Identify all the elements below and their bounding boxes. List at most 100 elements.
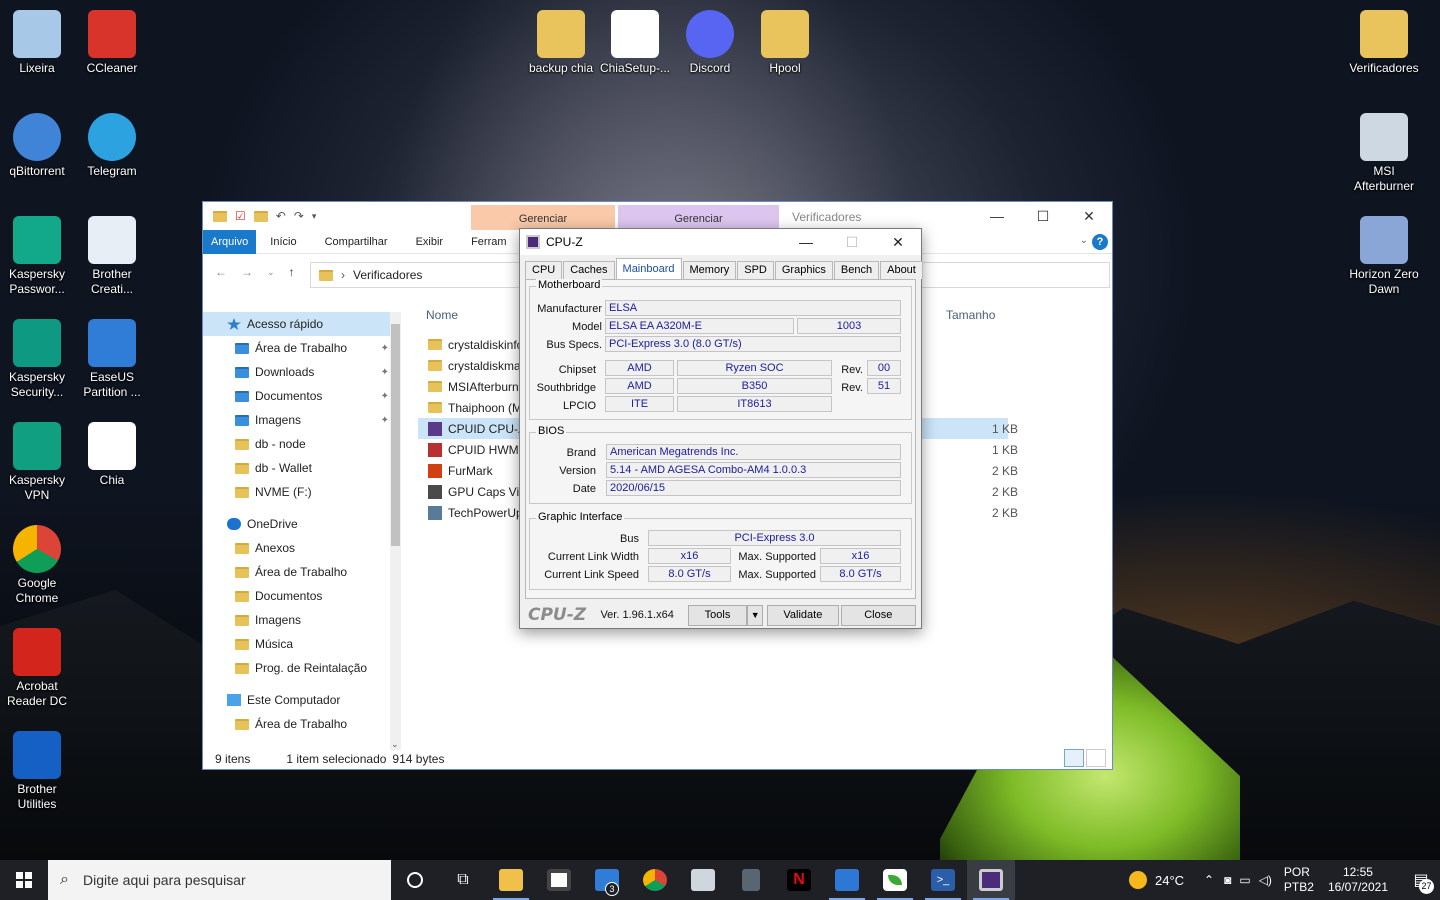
cpuz-tab-graphics[interactable]: Graphics: [774, 261, 833, 279]
large-icons-view-icon[interactable]: [1086, 749, 1106, 767]
taskbar-search-box[interactable]: ⌕ Digite aqui para pesquisar: [48, 860, 391, 900]
sidebar-item[interactable]: OneDrive: [203, 512, 401, 536]
taskbar-cpuz[interactable]: [967, 860, 1015, 900]
validate-button[interactable]: Validate: [767, 604, 839, 626]
desktop-icon-backup-chia[interactable]: backup chia: [522, 10, 600, 76]
redo-icon[interactable]: ↷: [294, 209, 304, 223]
sidebar-item[interactable]: Documentos ✦: [203, 384, 401, 408]
scrollbar-thumb[interactable]: [391, 324, 400, 546]
context-tab-manage-1[interactable]: Gerenciar: [471, 205, 615, 230]
desktop-icon-telegram[interactable]: Telegram: [73, 113, 151, 179]
up-arrow-icon[interactable]: ↑: [289, 265, 295, 279]
desktop-icon-kaspersky-vpn[interactable]: Kaspersky VPN: [0, 422, 76, 503]
ribbon-expand-icon[interactable]: ⌄: [1080, 235, 1088, 246]
taskbar-powershell[interactable]: >_: [919, 860, 967, 900]
language-indicator[interactable]: POR PTB2: [1284, 865, 1314, 895]
taskbar-store[interactable]: [535, 860, 583, 900]
cpuz-tab-cpu[interactable]: CPU: [525, 261, 563, 279]
cpuz-tab-memory[interactable]: Memory: [682, 261, 737, 279]
start-button[interactable]: [0, 860, 48, 900]
maximize-button[interactable]: ☐: [1020, 202, 1066, 230]
chevron-up-icon[interactable]: ⌃: [1204, 873, 1214, 887]
sidebar-item[interactable]: Imagens: [203, 608, 401, 632]
minimize-button[interactable]: —: [974, 202, 1020, 230]
sidebar-item[interactable]: Música: [203, 632, 401, 656]
desktop-icon-hpool[interactable]: Hpool: [746, 10, 824, 76]
sidebar-item[interactable]: Anexos: [203, 536, 401, 560]
desktop-icon-kaspersky-pass[interactable]: Kaspersky Passwor...: [0, 216, 76, 297]
desktop-icon-ccleaner[interactable]: CCleaner: [73, 10, 151, 76]
sidebar-item[interactable]: Este Computador: [203, 688, 401, 712]
sidebar-item[interactable]: db - Wallet: [203, 456, 401, 480]
details-view-icon[interactable]: [1064, 749, 1084, 767]
cpuz-tab-spd[interactable]: SPD: [737, 261, 774, 279]
taskbar-file-explorer[interactable]: [487, 860, 535, 900]
back-arrow-icon[interactable]: ←: [215, 265, 227, 279]
customize-toolbar-icon[interactable]: ▾: [312, 211, 317, 222]
sidebar-scrollbar[interactable]: ⌄: [390, 312, 401, 750]
taskbar-app-monitor[interactable]: [679, 860, 727, 900]
ribbon-tab-file[interactable]: Arquivo: [203, 229, 257, 254]
cpuz-minimize-button[interactable]: —: [783, 229, 829, 255]
cpuz-tab-about[interactable]: About: [880, 261, 923, 279]
taskbar-chia[interactable]: [871, 860, 919, 900]
sidebar-item[interactable]: Documentos: [203, 584, 401, 608]
dropdown-icon[interactable]: ⌄: [267, 267, 275, 278]
sidebar-item[interactable]: db - node: [203, 432, 401, 456]
taskbar-app-blue[interactable]: [823, 860, 871, 900]
desktop-icon-qbittorrent[interactable]: qBittorrent: [0, 113, 76, 179]
sidebar-item[interactable]: Imagens ✦: [203, 408, 401, 432]
desktop-icon-brother-util[interactable]: Brother Utilities: [0, 731, 76, 812]
notification-center-button[interactable]: ▤ 27: [1402, 860, 1440, 900]
sidebar-item[interactable]: Área de Trabalho: [203, 712, 401, 736]
taskbar-netflix[interactable]: N: [775, 860, 823, 900]
context-tab-manage-2[interactable]: Gerenciar: [618, 205, 779, 230]
desktop-icon-kaspersky-sec[interactable]: Kaspersky Security...: [0, 319, 76, 400]
network-icon[interactable]: ▭: [1239, 873, 1250, 887]
desktop-icon-msi-afterburner[interactable]: MSI Afterburner: [1345, 113, 1423, 194]
tools-button[interactable]: Tools: [687, 604, 748, 626]
ribbon-tab-home[interactable]: Início: [256, 230, 310, 254]
cpuz-tab-caches[interactable]: Caches: [563, 261, 615, 279]
desktop-icon-chrome[interactable]: Google Chrome: [0, 525, 76, 606]
ribbon-tab-view[interactable]: Exibir: [402, 230, 458, 254]
close-button[interactable]: Close: [840, 604, 916, 626]
task-view-button[interactable]: ⧉: [439, 860, 487, 900]
weather-sun-icon[interactable]: [1128, 871, 1147, 889]
clock[interactable]: 12:55 16/07/2021: [1328, 865, 1388, 895]
tools-dropdown-icon[interactable]: ▼: [747, 604, 764, 626]
cpuz-titlebar[interactable]: CPU-Z — ☐ ✕: [520, 229, 921, 255]
weather-temp[interactable]: 24°C: [1155, 873, 1184, 888]
sidebar-item[interactable]: Área de Trabalho ✦: [203, 336, 401, 360]
column-size[interactable]: Tamanho: [946, 308, 995, 322]
sidebar-item[interactable]: NVME (F:): [203, 480, 401, 504]
ribbon-tab-tools[interactable]: Ferram: [457, 230, 520, 254]
sidebar-item[interactable]: Prog. de Reintalação: [203, 656, 401, 680]
cortana-button[interactable]: [391, 860, 439, 900]
help-icon[interactable]: ?: [1092, 234, 1108, 250]
pin-icon[interactable]: ✦: [381, 343, 389, 354]
cpuz-tab-bench[interactable]: Bench: [833, 261, 880, 279]
desktop-icon-acrobat[interactable]: Acrobat Reader DC: [0, 628, 76, 709]
taskbar-chrome[interactable]: [631, 860, 679, 900]
forward-arrow-icon[interactable]: →: [241, 265, 253, 279]
new-folder-icon[interactable]: [253, 210, 268, 222]
desktop-icon-lixeira[interactable]: Lixeira: [0, 10, 76, 76]
desktop-icon-chia[interactable]: Chia: [73, 422, 151, 488]
sidebar-item[interactable]: Downloads ✦: [203, 360, 401, 384]
pin-icon[interactable]: ✦: [381, 367, 389, 378]
desktop-icon-verificadores[interactable]: Verificadores: [1345, 10, 1423, 76]
sidebar-item[interactable]: Acesso rápido: [203, 312, 401, 336]
desktop-icon-chiasetup[interactable]: ChiaSetup-...: [596, 10, 674, 76]
undo-icon[interactable]: ↶: [276, 209, 286, 223]
cpuz-window[interactable]: CPU-Z — ☐ ✕ CPU Caches Mainboard Memory SPD G…: [519, 228, 923, 629]
sidebar-item[interactable]: Área de Trabalho: [203, 560, 401, 584]
properties-icon[interactable]: ☑: [235, 209, 246, 223]
camera-icon[interactable]: ◙: [1224, 873, 1231, 887]
desktop-icon-easeus[interactable]: EaseUS Partition ...: [73, 319, 151, 400]
taskbar-mail[interactable]: 3: [583, 860, 631, 900]
desktop-icon-brother-creati[interactable]: Brother Creati...: [73, 216, 151, 297]
volume-icon[interactable]: ◁): [1259, 873, 1272, 887]
taskbar-calculator[interactable]: [727, 860, 775, 900]
pin-icon[interactable]: ✦: [381, 415, 389, 426]
